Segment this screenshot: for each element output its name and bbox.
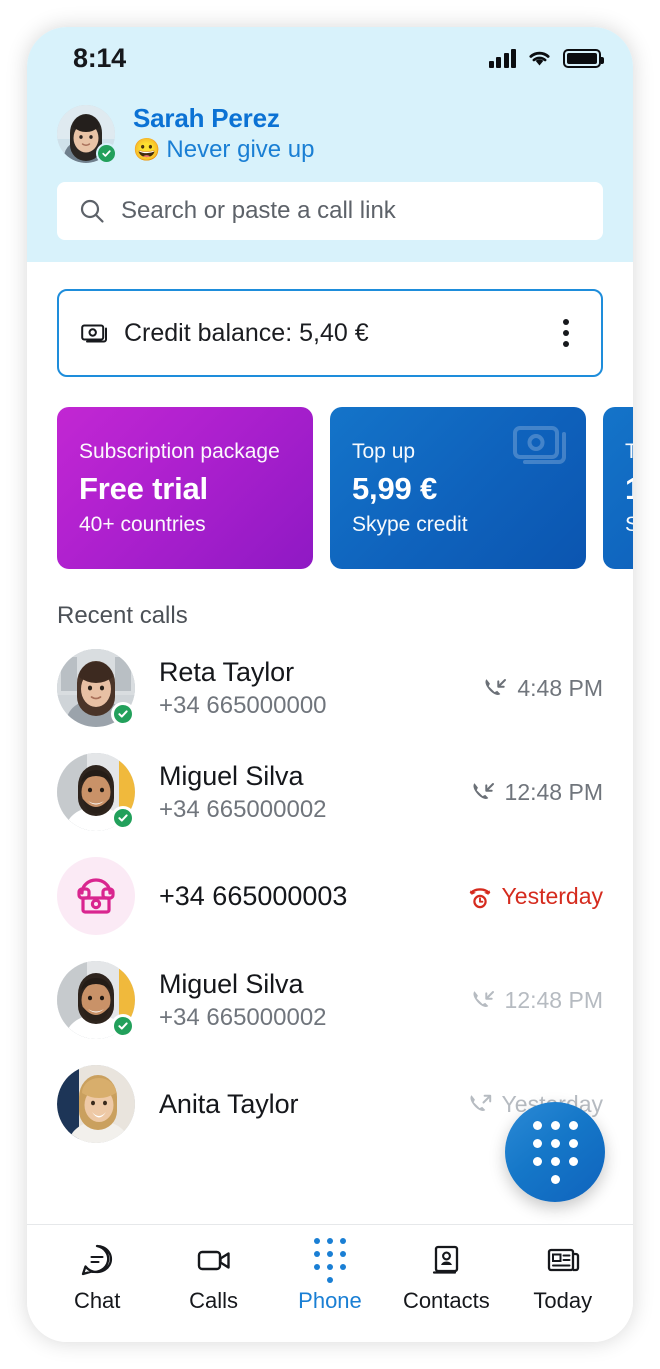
promo-card-topup[interactable]: Top up 5,99 € Skype credit: [330, 407, 586, 569]
promo-sub: Skype credit: [352, 513, 468, 537]
app-header: 8:14 Sarah Perez 😀 Never give up Search …: [27, 27, 633, 262]
avatar: [57, 961, 135, 1039]
promo-value: 1: [625, 471, 633, 507]
promo-sub: 40+ countries: [79, 513, 206, 537]
search-icon: [80, 199, 104, 223]
profile-mood[interactable]: 😀 Never give up: [133, 136, 314, 164]
nav-label: Calls: [189, 1288, 239, 1313]
call-list-item[interactable]: Miguel Silva +34 665000002 12:48 PM: [27, 740, 633, 844]
dialpad-fab-button[interactable]: [505, 1102, 605, 1202]
presence-badge-available: [111, 1014, 135, 1038]
search-input[interactable]: Search or paste a call link: [57, 182, 603, 240]
call-phone-number: +34 665000000: [159, 691, 327, 719]
main-content: Credit balance: 5,40 € Subscription pack…: [27, 262, 633, 1224]
avatar: [57, 1065, 135, 1143]
avatar: [57, 857, 135, 935]
call-details: +34 665000003: [159, 881, 467, 912]
nav-label: Today: [533, 1288, 593, 1313]
video-camera-icon: [197, 1250, 230, 1271]
promo-label: T: [625, 439, 633, 463]
call-timestamp: Yesterday: [501, 882, 603, 909]
call-contact-name: Anita Taylor: [159, 1088, 299, 1119]
promo-label: Subscription package: [79, 439, 280, 463]
promo-value: 5,99 €: [352, 471, 437, 507]
call-missed-icon: [469, 888, 490, 909]
call-details: Miguel Silva +34 665000002: [159, 969, 470, 1032]
call-list-item[interactable]: Miguel Silva +34 665000002 12:48 PM: [27, 948, 633, 1052]
cellular-signal-icon: [488, 48, 516, 68]
mood-emoji-icon: 😀: [133, 137, 161, 162]
battery-full-icon: [563, 48, 604, 68]
profile-text: Sarah Perez 😀 Never give up: [133, 103, 314, 164]
call-details: Anita Taylor: [159, 1089, 467, 1120]
call-contact-name: Reta Taylor: [159, 656, 294, 687]
call-contact-name: Miguel Silva: [159, 968, 304, 999]
promo-label: Top up: [352, 439, 416, 463]
call-meta: Yesterday: [467, 883, 603, 910]
call-incoming-icon: [473, 991, 494, 1007]
call-timestamp: 12:48 PM: [504, 986, 603, 1013]
profile-name: Sarah Perez: [133, 103, 280, 133]
promo-value: Free trial: [79, 471, 208, 507]
banknote-icon: [81, 324, 107, 343]
phone-frame: 8:14 Sarah Perez 😀 Never give up Search …: [27, 27, 633, 1342]
call-meta: 4:48 PM: [482, 675, 603, 702]
call-phone-number: +34 665000002: [159, 1003, 327, 1031]
credit-balance-card[interactable]: Credit balance: 5,40 €: [57, 289, 603, 377]
recent-calls-title: Recent calls: [57, 602, 188, 629]
promo-card-subscription[interactable]: Subscription package Free trial 40+ coun…: [57, 407, 313, 569]
credit-balance-label: Credit balance: 5,40 €: [124, 318, 369, 347]
avatar: [57, 753, 135, 831]
presence-badge-available: [111, 702, 135, 726]
nav-label: Chat: [73, 1288, 121, 1313]
call-incoming-icon: [485, 679, 507, 695]
call-meta: 12:48 PM: [470, 987, 603, 1014]
telephone-icon: [57, 857, 135, 935]
nav-label: Phone: [298, 1288, 362, 1313]
news-icon: [547, 1248, 579, 1272]
status-bar: 8:14: [27, 27, 633, 89]
call-timestamp: 12:48 PM: [504, 778, 603, 805]
nav-item-contacts[interactable]: Contacts: [390, 1241, 502, 1314]
contacts-book-icon: [433, 1245, 459, 1274]
mood-text: Never give up: [166, 136, 315, 163]
call-timestamp: 4:48 PM: [517, 674, 603, 701]
call-details: Miguel Silva +34 665000002: [159, 761, 470, 824]
recent-calls-list: Reta Taylor +34 665000000 4:48 PM Miguel…: [27, 636, 633, 1156]
call-meta: 12:48 PM: [470, 779, 603, 806]
presence-badge-available: [96, 142, 117, 164]
nav-item-calls[interactable]: Calls: [158, 1241, 270, 1314]
status-icons: [488, 48, 604, 68]
more-vertical-icon[interactable]: [557, 311, 575, 355]
call-list-item[interactable]: Reta Taylor +34 665000000 4:48 PM: [27, 636, 633, 740]
status-time: 8:14: [73, 42, 126, 73]
search-placeholder: Search or paste a call link: [121, 197, 396, 224]
call-phone-number: +34 665000003: [159, 880, 348, 911]
dialpad-icon: [313, 1237, 346, 1283]
wifi-icon: [529, 51, 550, 65]
nav-item-chat[interactable]: Chat: [41, 1241, 153, 1314]
avatar: [57, 649, 135, 727]
presence-badge-available: [111, 806, 135, 830]
promo-card-topup-next[interactable]: T 1 S: [603, 407, 633, 569]
bottom-navigation: Chat Calls Phone Contacts Today: [27, 1224, 633, 1342]
call-list-item[interactable]: +34 665000003 Yesterday: [27, 844, 633, 948]
profile-header[interactable]: Sarah Perez 😀 Never give up: [27, 89, 633, 164]
promo-sub: S: [625, 513, 633, 537]
promo-carousel[interactable]: Subscription package Free trial 40+ coun…: [57, 407, 633, 569]
call-details: Reta Taylor +34 665000000: [159, 657, 482, 720]
nav-item-today[interactable]: Today: [507, 1241, 619, 1314]
call-outgoing-icon: [470, 1094, 491, 1111]
user-avatar: [57, 1065, 135, 1143]
call-phone-number: +34 665000002: [159, 795, 327, 823]
nav-item-phone[interactable]: Phone: [274, 1237, 386, 1314]
credit-balance-left: Credit balance: 5,40 €: [81, 319, 369, 348]
nav-label: Contacts: [402, 1288, 490, 1313]
dialpad-icon: [532, 1120, 578, 1184]
avatar[interactable]: [57, 104, 117, 164]
call-contact-name: Miguel Silva: [159, 760, 304, 791]
chat-bubble-icon: [82, 1244, 113, 1276]
call-incoming-icon: [473, 783, 494, 799]
